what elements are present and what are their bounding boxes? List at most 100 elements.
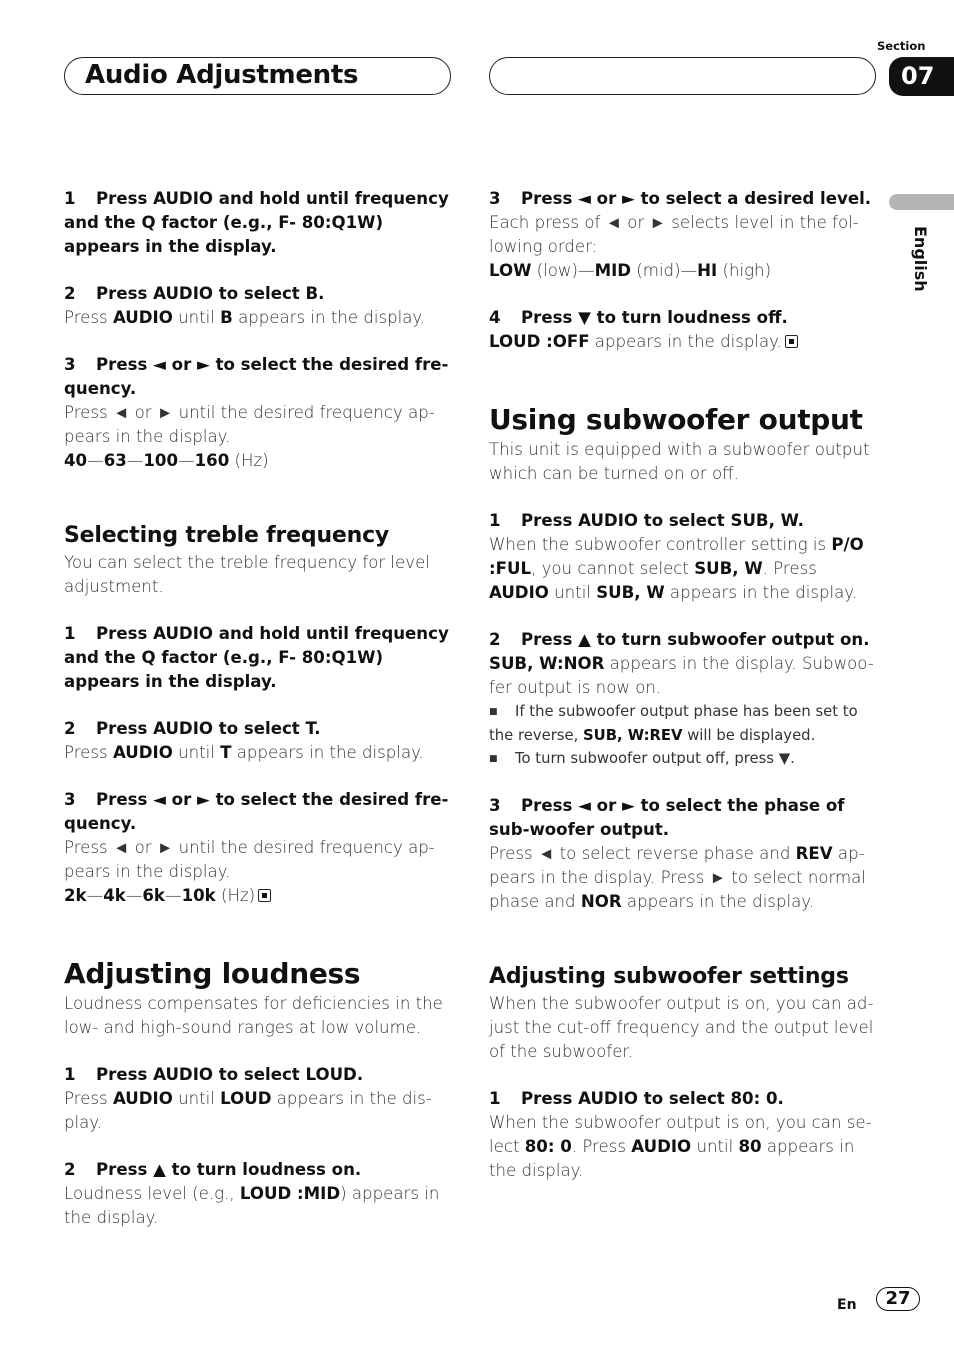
step-text: Press ▲ to turn subwoofer output on. (521, 630, 870, 649)
bold-term: 63 (103, 451, 127, 470)
bold-term: AUDIO (489, 583, 549, 602)
paragraph: Loudness compensates for deficiencies in… (64, 992, 454, 1040)
text-run: will be displayed. (682, 727, 816, 744)
text-run: until (548, 583, 597, 602)
step-number: 3 (489, 189, 501, 208)
paragraph: LOW (low)—MID (mid)—HI (high) (489, 259, 879, 283)
step-text: Press AUDIO to select B. (96, 284, 325, 303)
text-run: (low)— (531, 261, 595, 280)
text-run: To turn subwoofer output off, press ▼. (515, 750, 795, 767)
text-run: appears in the display. (232, 308, 426, 327)
text-run: — (126, 451, 144, 470)
text-run: Loudness level (e.g., (64, 1184, 240, 1203)
step-text: Press ▲ to turn loudness on. (96, 1160, 362, 1179)
bold-term: LOW (489, 261, 532, 280)
page-number: 27 (876, 1287, 920, 1311)
section-heading: Using subwoofer output (489, 403, 863, 436)
step-number: 1 (64, 189, 76, 208)
step-heading: 2 Press AUDIO to select B. (64, 282, 454, 306)
text-run: appears in the display. (621, 892, 814, 911)
right-column: 3 Press ◄ or ► to select a desired level.… (489, 187, 879, 1183)
bold-term: 160 (194, 451, 230, 470)
paragraph: When the subwoofer controller setting is… (489, 533, 879, 605)
text-run: Each press of ◄ or ► selects level in th… (489, 213, 859, 256)
paragraph: When the subwoofer output is on, you can… (489, 992, 879, 1064)
section-label: Section (877, 39, 926, 53)
step-heading: 3 Press ◄ or ► to select the desired fre-… (64, 788, 454, 836)
paragraph: Each press of ◄ or ► selects level in th… (489, 211, 879, 259)
section-number-tab: 07 (889, 57, 954, 96)
step-heading: 3 Press ◄ or ► to select the phase of sub… (489, 794, 879, 842)
bullet-icon: ■ (489, 707, 498, 717)
bullet-icon: ■ (489, 754, 498, 764)
bold-term: SUB, W (694, 559, 763, 578)
step-text: Press ◄ or ► to select the phase of sub-… (489, 796, 845, 839)
paragraph: Press ◄ to select reverse phase and REV … (489, 842, 879, 914)
bold-term: AUDIO (112, 1089, 173, 1108)
step-heading: 1 Press AUDIO and hold until frequency an… (64, 622, 454, 694)
paragraph: Press ◄ or ► until the desired frequency… (64, 836, 454, 884)
bold-term: LOUD (220, 1089, 272, 1108)
bold-term: 2k (64, 886, 87, 905)
text-run: Loudness compensates for deficiencies in… (64, 994, 443, 1037)
text-run: — (86, 886, 104, 905)
bold-term: MID (594, 261, 632, 280)
text-run: (Hz) (229, 451, 269, 470)
paragraph: Press AUDIO until LOUD appears in the di… (64, 1087, 454, 1135)
paragraph: SUB, W:NOR appears in the display. Subwo… (489, 652, 879, 700)
paragraph: 40—63—100—160 (Hz) (64, 449, 454, 473)
text-run: — (178, 451, 195, 470)
language-text: English (911, 226, 930, 292)
step-heading: 3 Press ◄ or ► to select a desired level. (489, 187, 879, 211)
text-run: Press (64, 743, 113, 762)
step-text: Press AUDIO and hold until frequency and… (64, 624, 449, 691)
step-number: 2 (64, 284, 76, 303)
step-heading: 4 Press ▼ to turn loudness off. (489, 306, 879, 330)
text-run: Press (64, 308, 113, 327)
bold-term: T (220, 743, 232, 762)
header-empty-box (489, 57, 876, 95)
step-text: Press AUDIO to select LOUD. (96, 1065, 364, 1084)
step-heading: 2 Press AUDIO to select T. (64, 717, 454, 741)
bold-term: SUB, W:REV (583, 727, 683, 744)
bold-term: 6k (142, 886, 165, 905)
bold-term: LOUD :OFF (489, 332, 590, 351)
text-run: appears in the display. (664, 583, 858, 602)
step-number: 2 (489, 630, 501, 649)
step-heading: 1 Press AUDIO and hold until frequency an… (64, 187, 454, 259)
paragraph: You can select the treble frequency for … (64, 551, 454, 599)
step-text: Press ◄ or ► to select a desired level. (521, 189, 872, 208)
text-run: , you cannot select (531, 559, 695, 578)
step-number: 1 (64, 1065, 76, 1084)
paragraph: Press AUDIO until T appears in the displ… (64, 741, 454, 765)
step-text: Press ◄ or ► to select the desired fre-q… (64, 790, 449, 833)
text-run: (Hz) (215, 886, 256, 905)
text-run: until (172, 1089, 221, 1108)
paragraph: 2k—4k—6k—10k (Hz) (64, 884, 454, 908)
text-run: . Press (762, 559, 817, 578)
step-number: 3 (489, 796, 501, 815)
header-title-box: Audio Adjustments (64, 57, 451, 95)
text-run: This unit is equipped with a subwoofer o… (489, 440, 870, 483)
text-run: until (172, 308, 221, 327)
step-number: 3 (64, 355, 76, 374)
bold-term: AUDIO (631, 1137, 692, 1156)
bold-term: 10k (181, 886, 216, 905)
step-number: 4 (489, 308, 501, 327)
step-number: 3 (64, 790, 76, 809)
step-text: Press ◄ or ► to select the desired fre-q… (64, 355, 449, 398)
text-run: When the subwoofer output is on, you can… (489, 994, 874, 1061)
step-text: Press AUDIO to select T. (96, 719, 321, 738)
bold-term: 80: 0 (524, 1137, 572, 1156)
end-of-section-icon (784, 335, 798, 348)
paragraph: Loudness level (e.g., LOUD :MID) appears… (64, 1182, 454, 1230)
